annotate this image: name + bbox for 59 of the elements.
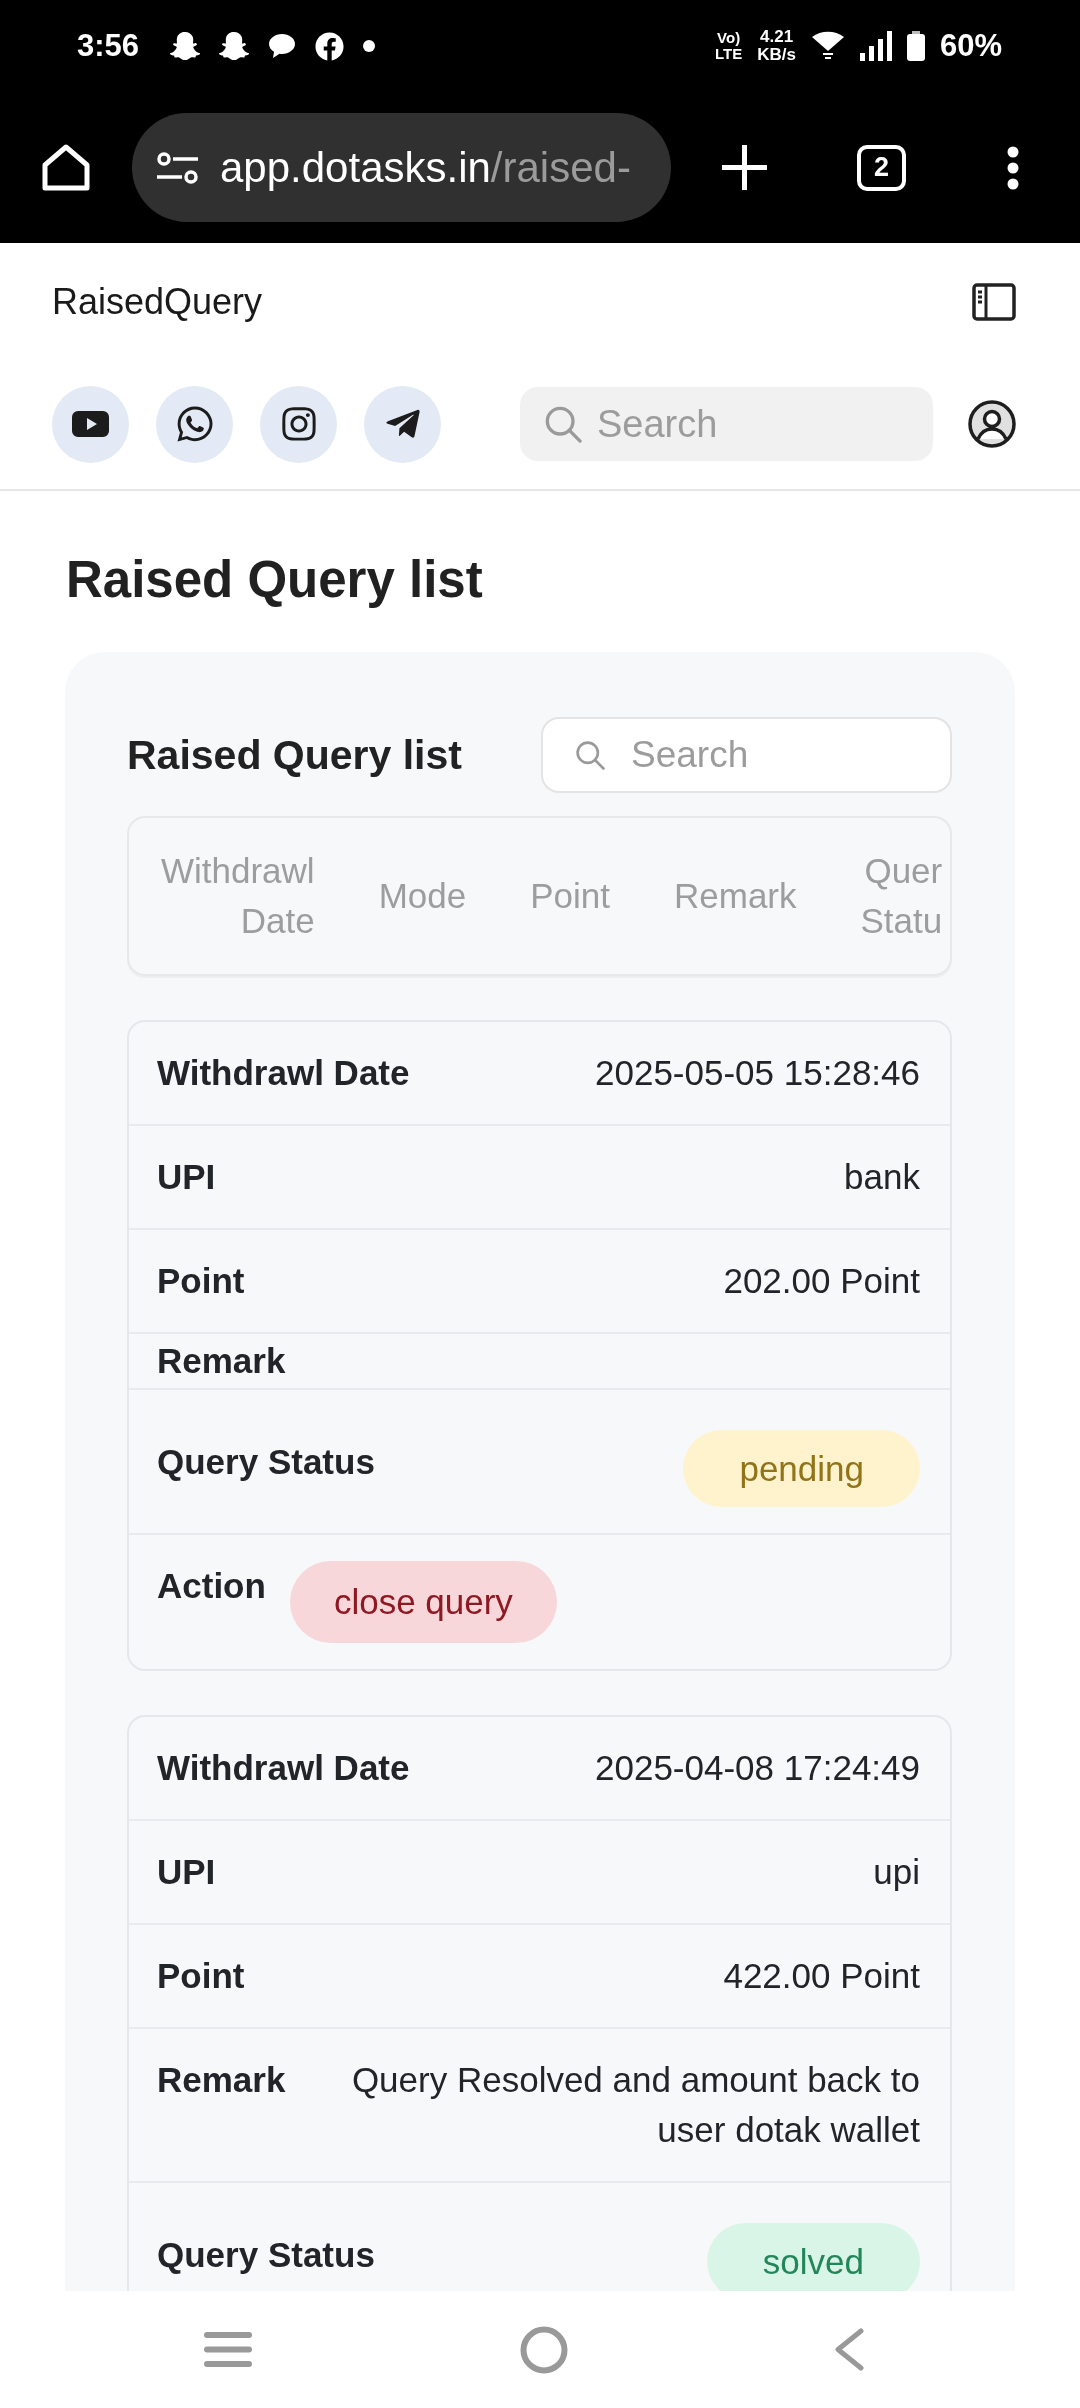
ghost-icon bbox=[170, 31, 201, 61]
field-label: Withdrawl Date bbox=[157, 1052, 410, 1094]
network-type-text: Vo) bbox=[717, 30, 741, 46]
field-value: 2025-04-08 17:24:49 bbox=[595, 1747, 920, 1789]
data-speed-text: KB/s bbox=[757, 46, 796, 64]
action-button[interactable]: close query bbox=[289, 1561, 557, 1643]
panel-title: Raised Query list bbox=[127, 731, 462, 779]
menu-icon[interactable] bbox=[204, 2332, 252, 2367]
field-label: Action bbox=[157, 1565, 266, 1607]
profile-icon[interactable] bbox=[968, 400, 1016, 448]
camera-icon bbox=[279, 405, 318, 443]
dot-icon bbox=[363, 40, 376, 52]
column-header: Mode bbox=[378, 875, 467, 917]
field-label: Query Status bbox=[157, 2233, 375, 2276]
battery-icon bbox=[906, 31, 925, 61]
plus-icon[interactable] bbox=[722, 145, 767, 190]
tune-icon[interactable] bbox=[157, 151, 198, 184]
column-header: Withdrawl Date bbox=[161, 850, 315, 942]
page-title: Raised Query list bbox=[65, 550, 484, 610]
battery-percent: 60% bbox=[939, 28, 1002, 64]
search-icon bbox=[544, 405, 582, 443]
field-value: 422.00 Point bbox=[723, 1955, 920, 1997]
search-field[interactable]: Search bbox=[520, 387, 933, 461]
field-label: Query Status bbox=[157, 1440, 375, 1483]
address-bar[interactable]: app.dotasks.in/raised- bbox=[132, 113, 671, 222]
search-field[interactable]: Search bbox=[541, 717, 952, 793]
facebook-icon bbox=[315, 31, 345, 61]
status-time: 3:56 bbox=[77, 28, 140, 64]
play-button-icon bbox=[72, 411, 109, 437]
field-value: 2025-05-05 15:28:46 bbox=[595, 1052, 920, 1094]
field-label: Withdrawl Date bbox=[157, 1747, 410, 1789]
status-badge: solved bbox=[706, 2223, 920, 2291]
field-value: bank bbox=[844, 1156, 920, 1198]
status-badge: pending bbox=[683, 1430, 920, 1507]
field-label: Point bbox=[157, 1260, 245, 1302]
field-value: 202.00 Point bbox=[723, 1260, 920, 1302]
column-header: Remark bbox=[674, 875, 797, 917]
home-icon[interactable] bbox=[41, 143, 91, 192]
network-type-text: LTE bbox=[715, 46, 743, 62]
column-header: Quer Statu bbox=[860, 850, 943, 942]
ghost-icon bbox=[219, 31, 250, 61]
wifi-icon bbox=[810, 31, 845, 61]
field-label: Remark bbox=[157, 2059, 286, 2101]
data-speed-text: 4.21 bbox=[760, 28, 794, 46]
tab-count-button[interactable]: 2 bbox=[857, 144, 906, 191]
field-value: upi bbox=[873, 1851, 920, 1893]
field-label: UPI bbox=[157, 1156, 216, 1198]
more-icon[interactable] bbox=[1006, 145, 1020, 190]
field-label: Point bbox=[157, 1955, 245, 1997]
field-label: UPI bbox=[157, 1851, 216, 1893]
site-title: RaisedQuery bbox=[52, 281, 263, 323]
search-icon bbox=[575, 740, 605, 770]
column-header: Point bbox=[530, 875, 610, 917]
chat-bubble-icon bbox=[268, 33, 297, 59]
signal-icon bbox=[859, 31, 892, 61]
back-icon[interactable] bbox=[835, 2328, 864, 2371]
sidebar-icon[interactable] bbox=[972, 283, 1016, 321]
field-label: Remark bbox=[157, 1340, 286, 1382]
field-value: Query Resolved and amount back to user dotak wallet bbox=[350, 2059, 920, 2151]
